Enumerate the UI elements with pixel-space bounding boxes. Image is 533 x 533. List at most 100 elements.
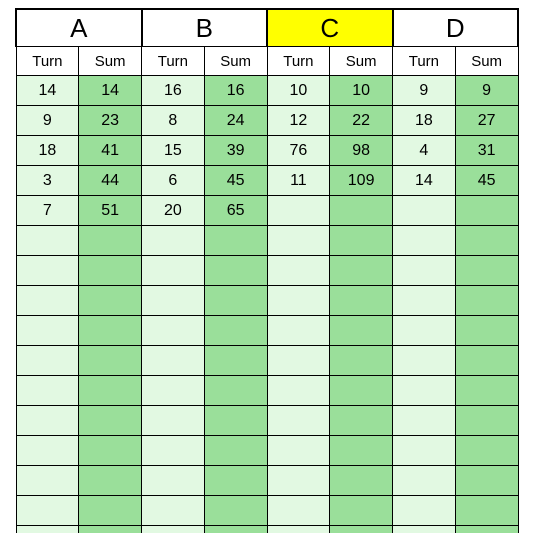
cell-c-sum[interactable] bbox=[329, 465, 393, 496]
cell-d-sum[interactable] bbox=[454, 345, 519, 376]
group-header-d[interactable]: D bbox=[391, 8, 519, 47]
cell-a-turn[interactable]: 14 bbox=[15, 75, 80, 106]
cell-a-sum[interactable] bbox=[78, 405, 142, 436]
cell-c-sum[interactable]: 22 bbox=[329, 105, 393, 136]
cell-a-turn[interactable] bbox=[15, 375, 80, 406]
cell-d-turn[interactable]: 18 bbox=[392, 105, 456, 136]
cell-d-turn[interactable] bbox=[392, 315, 456, 346]
cell-d-turn[interactable] bbox=[392, 465, 456, 496]
cell-b-turn[interactable] bbox=[141, 435, 205, 466]
cell-b-turn[interactable] bbox=[141, 495, 205, 526]
cell-c-sum[interactable]: 98 bbox=[329, 135, 393, 166]
cell-c-turn[interactable]: 11 bbox=[266, 165, 331, 196]
cell-a-sum[interactable] bbox=[78, 285, 142, 316]
group-header-c[interactable]: C bbox=[266, 8, 394, 47]
cell-d-turn[interactable] bbox=[392, 345, 456, 376]
cell-a-turn[interactable] bbox=[15, 285, 80, 316]
cell-d-turn[interactable] bbox=[392, 495, 456, 526]
cell-b-sum[interactable] bbox=[203, 345, 268, 376]
cell-c-sum[interactable] bbox=[329, 435, 393, 466]
cell-c-sum[interactable] bbox=[329, 525, 393, 533]
cell-b-turn[interactable] bbox=[141, 285, 205, 316]
cell-a-sum[interactable] bbox=[78, 525, 142, 533]
cell-b-turn[interactable] bbox=[141, 375, 205, 406]
cell-a-sum[interactable]: 23 bbox=[78, 105, 142, 136]
cell-b-sum[interactable] bbox=[203, 465, 268, 496]
cell-a-sum[interactable] bbox=[78, 465, 142, 496]
cell-a-sum[interactable]: 41 bbox=[78, 135, 142, 166]
cell-b-sum[interactable]: 24 bbox=[203, 105, 268, 136]
cell-d-sum[interactable] bbox=[454, 435, 519, 466]
cell-d-turn[interactable] bbox=[392, 375, 456, 406]
cell-a-sum[interactable] bbox=[78, 375, 142, 406]
cell-d-sum[interactable] bbox=[454, 255, 519, 286]
cell-c-turn[interactable] bbox=[266, 195, 331, 226]
cell-b-sum[interactable] bbox=[203, 495, 268, 526]
cell-a-turn[interactable] bbox=[15, 405, 80, 436]
cell-b-turn[interactable]: 8 bbox=[141, 105, 205, 136]
cell-a-sum[interactable] bbox=[78, 315, 142, 346]
cell-c-turn[interactable] bbox=[266, 465, 331, 496]
cell-b-turn[interactable] bbox=[141, 525, 205, 533]
cell-c-turn[interactable]: 10 bbox=[266, 75, 331, 106]
cell-b-turn[interactable] bbox=[141, 345, 205, 376]
cell-b-sum[interactable] bbox=[203, 315, 268, 346]
cell-c-sum[interactable] bbox=[329, 345, 393, 376]
cell-a-turn[interactable] bbox=[15, 495, 80, 526]
cell-c-sum[interactable] bbox=[329, 375, 393, 406]
cell-c-sum[interactable]: 10 bbox=[329, 75, 393, 106]
cell-b-turn[interactable] bbox=[141, 315, 205, 346]
cell-b-sum[interactable] bbox=[203, 255, 268, 286]
group-header-b[interactable]: B bbox=[140, 8, 268, 47]
cell-c-sum[interactable] bbox=[329, 255, 393, 286]
cell-a-turn[interactable] bbox=[15, 435, 80, 466]
cell-c-turn[interactable] bbox=[266, 405, 331, 436]
cell-a-sum[interactable] bbox=[78, 435, 142, 466]
cell-d-sum[interactable]: 27 bbox=[454, 105, 519, 136]
cell-c-turn[interactable]: 12 bbox=[266, 105, 331, 136]
cell-d-turn[interactable] bbox=[392, 255, 456, 286]
cell-c-sum[interactable] bbox=[329, 285, 393, 316]
cell-c-sum[interactable]: 109 bbox=[329, 165, 393, 196]
cell-b-turn[interactable]: 15 bbox=[141, 135, 205, 166]
cell-d-sum[interactable] bbox=[454, 525, 519, 533]
cell-b-sum[interactable] bbox=[203, 435, 268, 466]
cell-a-turn[interactable] bbox=[15, 525, 80, 533]
cell-d-turn[interactable]: 9 bbox=[392, 75, 456, 106]
cell-b-turn[interactable]: 6 bbox=[141, 165, 205, 196]
cell-b-turn[interactable]: 20 bbox=[141, 195, 205, 226]
cell-b-turn[interactable]: 16 bbox=[141, 75, 205, 106]
cell-a-turn[interactable]: 18 bbox=[15, 135, 80, 166]
cell-c-turn[interactable] bbox=[266, 375, 331, 406]
cell-d-sum[interactable]: 45 bbox=[454, 165, 519, 196]
cell-d-sum[interactable] bbox=[454, 315, 519, 346]
cell-b-turn[interactable] bbox=[141, 405, 205, 436]
cell-b-sum[interactable]: 65 bbox=[203, 195, 268, 226]
cell-a-turn[interactable] bbox=[15, 345, 80, 376]
cell-c-turn[interactable] bbox=[266, 315, 331, 346]
cell-b-turn[interactable] bbox=[141, 225, 205, 256]
cell-b-sum[interactable]: 39 bbox=[203, 135, 268, 166]
cell-b-sum[interactable] bbox=[203, 375, 268, 406]
cell-c-turn[interactable] bbox=[266, 495, 331, 526]
cell-c-turn[interactable] bbox=[266, 255, 331, 286]
cell-d-sum[interactable]: 31 bbox=[454, 135, 519, 166]
cell-c-sum[interactable] bbox=[329, 405, 393, 436]
cell-d-turn[interactable] bbox=[392, 195, 456, 226]
cell-b-sum[interactable] bbox=[203, 225, 268, 256]
cell-c-turn[interactable] bbox=[266, 225, 331, 256]
cell-d-turn[interactable] bbox=[392, 285, 456, 316]
cell-a-turn[interactable] bbox=[15, 315, 80, 346]
cell-d-sum[interactable] bbox=[454, 285, 519, 316]
cell-c-sum[interactable] bbox=[329, 495, 393, 526]
cell-d-turn[interactable] bbox=[392, 405, 456, 436]
cell-a-turn[interactable]: 3 bbox=[15, 165, 80, 196]
cell-c-turn[interactable] bbox=[266, 525, 331, 533]
cell-a-sum[interactable] bbox=[78, 225, 142, 256]
cell-a-sum[interactable] bbox=[78, 255, 142, 286]
cell-a-turn[interactable]: 9 bbox=[15, 105, 80, 136]
cell-a-turn[interactable] bbox=[15, 225, 80, 256]
cell-d-turn[interactable]: 4 bbox=[392, 135, 456, 166]
cell-a-turn[interactable] bbox=[15, 465, 80, 496]
cell-c-turn[interactable] bbox=[266, 345, 331, 376]
